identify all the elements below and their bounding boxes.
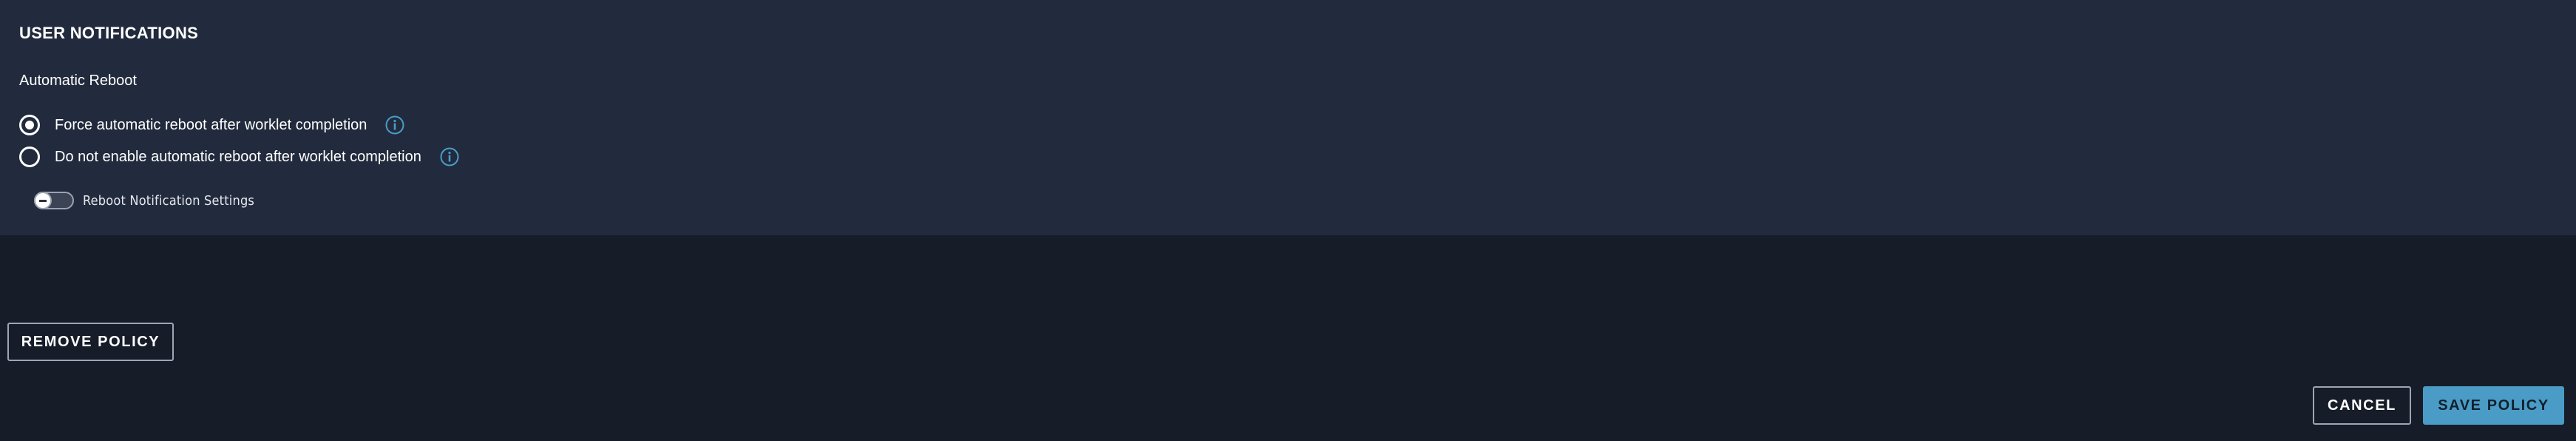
- radio-label-force-reboot: Force automatic reboot after worklet com…: [55, 116, 367, 133]
- toggle-knob: [34, 192, 52, 209]
- radio-option-force-reboot[interactable]: Force automatic reboot after worklet com…: [19, 113, 405, 137]
- radio-label-no-reboot: Do not enable automatic reboot after wor…: [55, 148, 421, 165]
- section-title: USER NOTIFICATIONS: [19, 24, 199, 42]
- toggle-label: Reboot Notification Settings: [83, 192, 255, 209]
- radio-button-unselected[interactable]: [19, 147, 40, 167]
- cancel-button[interactable]: CANCEL: [2313, 386, 2411, 425]
- toggle-off-icon: [39, 199, 47, 202]
- automatic-reboot-heading: Automatic Reboot: [19, 73, 137, 89]
- remove-policy-button[interactable]: REMOVE POLICY: [7, 323, 174, 361]
- info-icon[interactable]: [439, 147, 460, 167]
- radio-option-no-reboot[interactable]: Do not enable automatic reboot after wor…: [19, 145, 460, 169]
- user-notifications-panel: USER NOTIFICATIONS Automatic Reboot Forc…: [0, 0, 2576, 235]
- reboot-notification-toggle-row[interactable]: Reboot Notification Settings: [34, 189, 254, 212]
- radio-button-selected[interactable]: [19, 115, 40, 135]
- info-icon[interactable]: [384, 115, 405, 135]
- radio-selected-dot: [25, 121, 34, 129]
- save-policy-button[interactable]: SAVE POLICY: [2423, 386, 2564, 425]
- reboot-notification-toggle[interactable]: [34, 192, 74, 209]
